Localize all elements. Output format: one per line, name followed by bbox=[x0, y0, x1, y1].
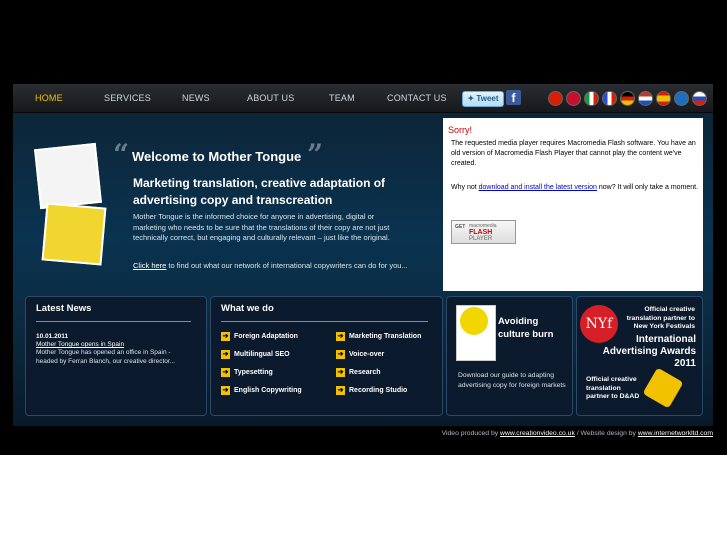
what-we-do-divider bbox=[221, 321, 428, 322]
culture-burn-body: Download our guide to adapting advertisi… bbox=[458, 372, 566, 389]
service-label: Research bbox=[349, 369, 381, 376]
service-label: Typesetting bbox=[234, 369, 273, 376]
flag-sweden-icon[interactable] bbox=[674, 91, 689, 106]
service-label: Recording Studio bbox=[349, 387, 408, 394]
news-body: Mother Tongue has opened an office in Sp… bbox=[36, 349, 176, 365]
service-typesetting[interactable]: ➔ Typesetting bbox=[221, 368, 273, 377]
news-date: 10.01.2011 bbox=[36, 333, 69, 340]
hero-click-here: Click here to find out what our network … bbox=[133, 261, 413, 271]
flag-china-icon[interactable] bbox=[548, 91, 563, 106]
service-label: Multilingual SEO bbox=[234, 351, 290, 358]
flash-text2-suffix: now? It will only take a moment. bbox=[596, 184, 699, 191]
arrow-icon: ➔ bbox=[221, 332, 230, 341]
sun-icon bbox=[460, 307, 488, 335]
what-we-do-title: What we do bbox=[221, 303, 274, 314]
flag-france-icon[interactable] bbox=[602, 91, 617, 106]
get-label: GET bbox=[455, 224, 466, 230]
close-quote-icon: ” bbox=[307, 138, 324, 171]
news-link[interactable]: Mother Tongue opens in Spain bbox=[36, 341, 124, 348]
open-quote-icon: “ bbox=[113, 138, 130, 171]
service-label: Marketing Translation bbox=[349, 333, 422, 340]
video-credit-link[interactable]: www.creationvideo.co.uk bbox=[500, 430, 575, 437]
award-dad-text: Official creative translation partner to… bbox=[586, 376, 640, 400]
facebook-icon[interactable]: f bbox=[506, 90, 521, 105]
flag-denmark-icon[interactable] bbox=[566, 91, 581, 106]
service-english-copywriting[interactable]: ➔ English Copywriting bbox=[221, 386, 302, 395]
service-research[interactable]: ➔ Research bbox=[336, 368, 381, 377]
footer-credits: Video produced by www.creationvideo.co.u… bbox=[400, 430, 713, 437]
download-flash-link[interactable]: download and install the latest version bbox=[479, 184, 597, 191]
service-foreign-adaptation[interactable]: ➔ Foreign Adaptation bbox=[221, 332, 298, 341]
flag-russia-icon[interactable] bbox=[692, 91, 707, 106]
arrow-icon: ➔ bbox=[336, 386, 345, 395]
tweet-label: Tweet bbox=[476, 94, 499, 103]
service-label: Foreign Adaptation bbox=[234, 333, 298, 340]
hero-body: Mother Tongue is the informed choice for… bbox=[133, 212, 390, 242]
service-label: English Copywriting bbox=[234, 387, 302, 394]
flash-player-notice: Sorry! The requested media player requir… bbox=[443, 118, 703, 291]
click-here-link[interactable]: Click here bbox=[133, 261, 166, 270]
twitter-bird-icon: ✦ bbox=[467, 94, 475, 103]
news-divider bbox=[36, 321, 191, 322]
flash-message: The requested media player requires Macr… bbox=[451, 140, 696, 167]
design-credit-link[interactable]: www.internetworkltd.com bbox=[638, 430, 713, 437]
flash-sorry: Sorry! bbox=[448, 125, 473, 135]
writing-hand-photo bbox=[34, 142, 102, 210]
player-word: PLAYER bbox=[469, 236, 493, 242]
latest-news-title: Latest News bbox=[36, 303, 92, 314]
flash-download-message: Why not download and install the latest … bbox=[451, 183, 699, 193]
flag-spain-icon[interactable] bbox=[656, 91, 671, 106]
service-recording-studio[interactable]: ➔ Recording Studio bbox=[336, 386, 407, 395]
service-voice-over[interactable]: ➔ Voice-over bbox=[336, 350, 384, 359]
arrow-icon: ➔ bbox=[221, 386, 230, 395]
service-marketing-translation[interactable]: ➔ Marketing Translation bbox=[336, 332, 421, 341]
tweet-button[interactable]: ✦ Tweet bbox=[462, 91, 504, 107]
flash-text2-prefix: Why not bbox=[451, 184, 479, 191]
nav-home[interactable]: HOME bbox=[35, 84, 63, 112]
click-here-text: to find out what our network of internat… bbox=[166, 261, 408, 270]
arrow-icon: ➔ bbox=[336, 332, 345, 341]
nav-news[interactable]: NEWS bbox=[182, 84, 210, 112]
award-nyf-text: Official creative translation partner to… bbox=[626, 306, 695, 330]
hero-subheading: Marketing translation, creative adaptati… bbox=[133, 176, 386, 207]
welcome-heading: Welcome to Mother Tongue bbox=[132, 149, 302, 164]
arrow-icon: ➔ bbox=[221, 350, 230, 359]
nav-contact-us[interactable]: CONTACT US bbox=[387, 84, 447, 112]
flag-italy-icon[interactable] bbox=[584, 91, 599, 106]
arrow-icon: ➔ bbox=[336, 350, 345, 359]
arrow-icon: ➔ bbox=[221, 368, 230, 377]
flag-germany-icon[interactable] bbox=[620, 91, 635, 106]
service-label: Voice-over bbox=[349, 351, 385, 358]
bottom-margin bbox=[0, 455, 727, 545]
nav-services[interactable]: SERVICES bbox=[104, 84, 151, 112]
arrow-icon: ➔ bbox=[336, 368, 345, 377]
culture-burn-title[interactable]: Avoiding culture burn bbox=[498, 315, 568, 341]
top-margin bbox=[0, 0, 727, 84]
get-flash-player-button[interactable]: GET macromedia FLASH PLAYER bbox=[451, 220, 516, 244]
award-title: International Advertising Awards 2011 bbox=[602, 334, 696, 369]
footer-prefix: Video produced by bbox=[441, 430, 501, 437]
service-multilingual-seo[interactable]: ➔ Multilingual SEO bbox=[221, 350, 290, 359]
lightbulb-photo bbox=[41, 202, 107, 266]
flash-word: FLASH bbox=[469, 229, 493, 236]
flag-netherlands-icon[interactable] bbox=[638, 91, 653, 106]
footer-middle: / Website design by bbox=[574, 430, 638, 437]
nav-team[interactable]: TEAM bbox=[329, 84, 355, 112]
nav-about-us[interactable]: ABOUT US bbox=[247, 84, 294, 112]
